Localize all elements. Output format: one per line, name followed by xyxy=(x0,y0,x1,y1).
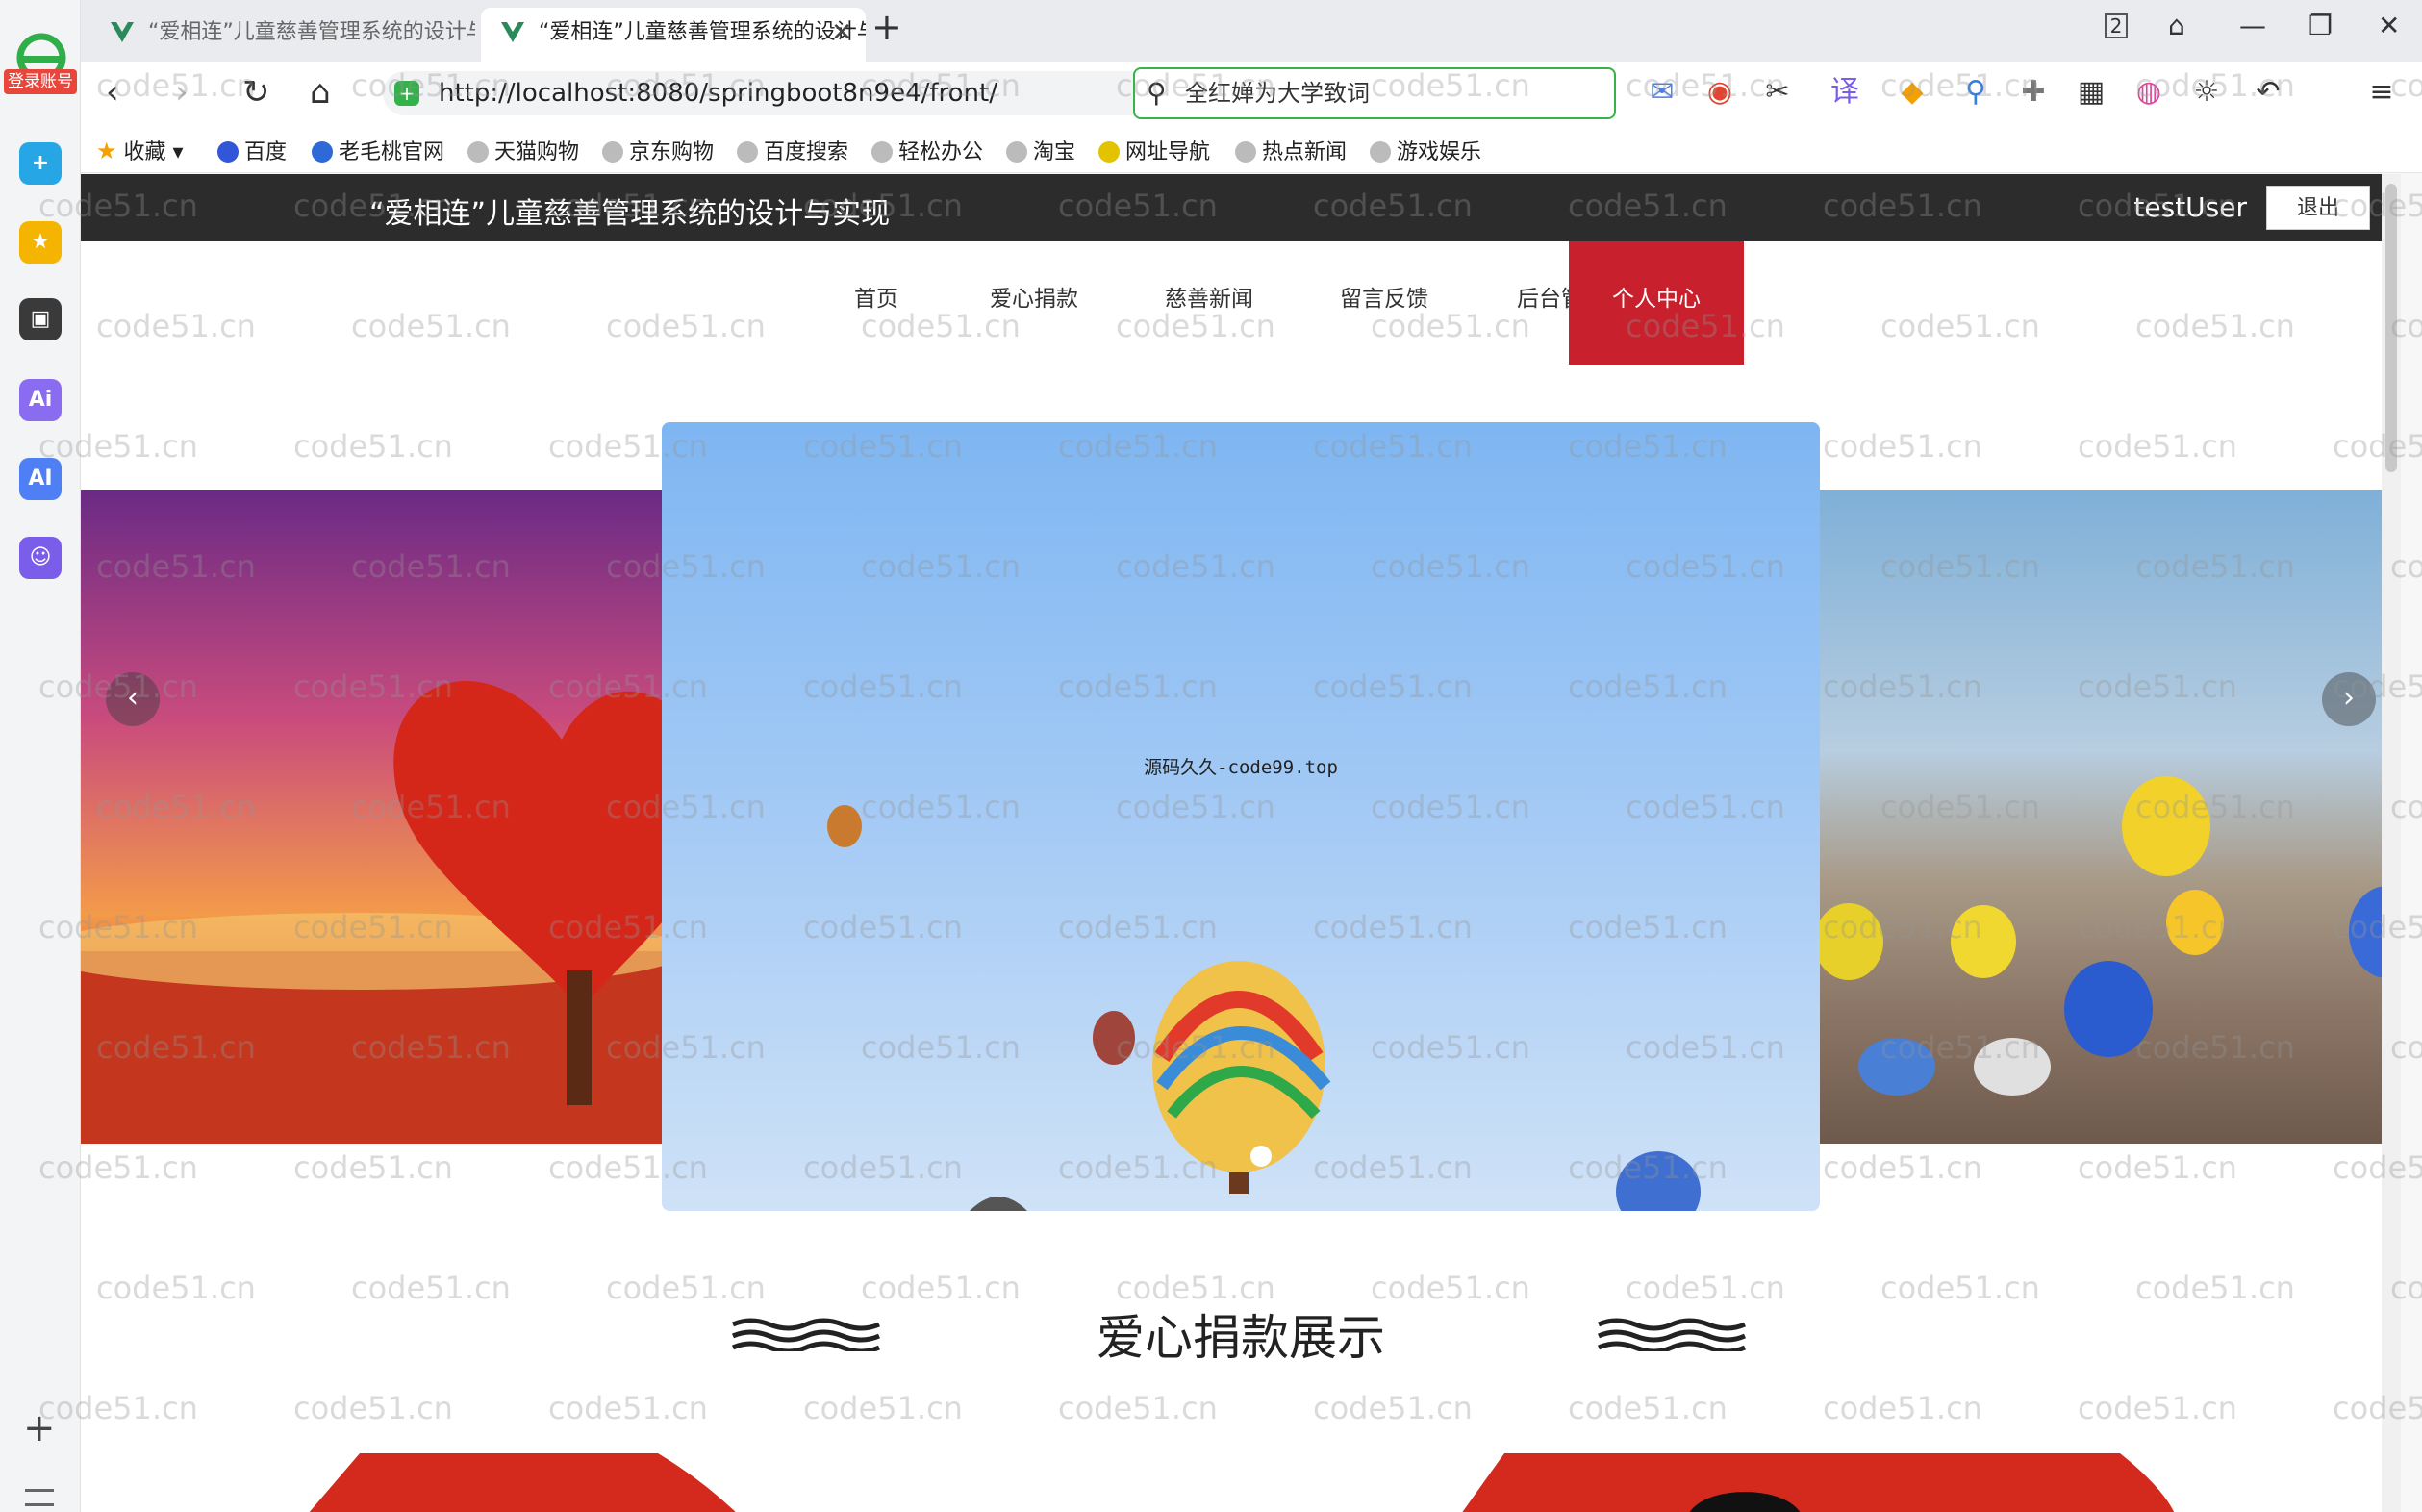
star-favorites-icon[interactable]: ★ xyxy=(19,221,62,264)
add-sidebar-app-icon[interactable]: + xyxy=(23,1406,56,1450)
vue-logo-icon xyxy=(501,22,524,42)
globe-icon xyxy=(1006,141,1027,163)
minimize-button[interactable]: — xyxy=(2239,10,2266,41)
shirt-skin-icon[interactable]: ⌂ xyxy=(2168,10,2185,41)
magnifier-icon[interactable]: ⚲ xyxy=(1958,75,1993,110)
reload-button[interactable]: ↻ xyxy=(242,73,270,112)
logout-button[interactable]: 退出 xyxy=(2266,186,2370,230)
bookmark-item[interactable]: 淘宝 xyxy=(1006,135,1075,165)
carousel-slide-active[interactable]: 源码久久-code99.top xyxy=(662,422,1820,1211)
search-input[interactable]: ⚲ 全红婵为大学致词 xyxy=(1133,67,1616,119)
url-text: http://localhost:8080/springboot8n9e4/fr… xyxy=(439,79,997,108)
apps-grid-icon[interactable]: ▦ xyxy=(2074,75,2108,110)
heart-tree-image xyxy=(81,681,662,1144)
brightness-icon[interactable]: ☼ xyxy=(2189,75,2224,110)
site-icon xyxy=(312,141,333,163)
tab-count-icon[interactable]: 2 xyxy=(2105,13,2128,38)
baidu-paw-icon xyxy=(217,141,239,163)
robot-icon[interactable]: ☺ xyxy=(19,537,62,579)
scissors-icon[interactable]: ✂ xyxy=(1760,75,1795,110)
nav-profile[interactable]: 个人中心 xyxy=(1569,241,1744,365)
cappadocia-balloons-image xyxy=(1820,776,2401,1096)
bookmark-favorites[interactable]: ★ 收藏 ▾ xyxy=(96,135,184,165)
globe-icon xyxy=(871,141,893,163)
hot-air-balloons-image xyxy=(827,805,1701,1211)
ai-assistant-icon[interactable]: Ai xyxy=(19,379,62,421)
bookmark-item[interactable]: 热点新闻 xyxy=(1235,135,1347,165)
web-page: “爱相连”儿童慈善管理系统的设计与实现 testUser 退出 首页 爱心捐款 … xyxy=(81,174,2401,1512)
globe-icon xyxy=(467,141,489,163)
globe-icon xyxy=(1235,141,1256,163)
globe-icon xyxy=(737,141,758,163)
restore-button[interactable]: ❐ xyxy=(2308,10,2333,41)
translate-icon[interactable]: 译 xyxy=(1828,75,1862,110)
ai-chat-icon[interactable]: AI xyxy=(19,458,62,500)
address-toolbar: ‹ › ↻ ⌂ + http://localhost:8080/springbo… xyxy=(81,62,2422,125)
ai-color-icon[interactable]: ◍ xyxy=(2132,75,2166,110)
weibo-icon[interactable]: ◉ xyxy=(1703,75,1737,110)
close-window-button[interactable]: ✕ xyxy=(2378,10,2400,41)
search-value: 全红婵为大学致词 xyxy=(1185,80,1370,107)
browser-sidebar: 登录账号 + ★ ▣ Ai AI ☺ + xyxy=(0,0,81,1512)
bookmark-item[interactable]: 百度 xyxy=(217,135,287,165)
carousel-prev-button[interactable]: ‹ xyxy=(106,672,160,726)
nav-home[interactable]: 首页 xyxy=(789,241,964,365)
banner-carousel: 源码久久-code99.top ‹ › xyxy=(81,422,2401,1211)
page-scrollbar[interactable] xyxy=(2382,174,2401,1512)
login-account-badge[interactable]: 登录账号 xyxy=(4,69,77,94)
bookmarks-bar: ★ 收藏 ▾ 百度 老毛桃官网 天猫购物 京东购物 百度搜索 轻松办公 淘宝 网… xyxy=(81,125,2422,173)
new-tab-button[interactable]: + xyxy=(871,6,902,48)
bookmark-item[interactable]: 网址导航 xyxy=(1098,135,1210,165)
browser-tab-1[interactable]: “爱相连”儿童慈善管理系统的设计与实现 xyxy=(90,8,475,62)
nav-feedback[interactable]: 留言反馈 xyxy=(1297,241,1472,365)
close-tab-icon[interactable]: ✕ xyxy=(831,8,852,58)
address-bar[interactable]: + http://localhost:8080/springboot8n9e4/… xyxy=(383,71,1187,115)
section-title: 爱心捐款展示 xyxy=(1097,1310,1385,1366)
vue-logo-icon xyxy=(111,22,134,42)
bookmark-item[interactable]: 京东购物 xyxy=(602,135,714,165)
coupon-icon[interactable]: ◆ xyxy=(1895,75,1930,110)
back-button[interactable]: ‹ xyxy=(106,73,119,112)
site-header: “爱相连”儿童慈善管理系统的设计与实现 testUser 退出 xyxy=(81,174,2401,241)
tab-strip: “爱相连”儿童慈善管理系统的设计与实现 “爱相连”儿童慈善管理系统的设计与实现 … xyxy=(81,0,2422,62)
site-title: “爱相连”儿童慈善管理系统的设计与实现 xyxy=(369,197,891,231)
nav-news[interactable]: 慈善新闻 xyxy=(1122,241,1297,365)
nav-site-icon xyxy=(1098,141,1120,163)
game-controller-icon[interactable]: ▣ xyxy=(19,298,62,340)
search-icon: ⚲ xyxy=(1147,77,1167,109)
extensions-icon[interactable]: ✚ xyxy=(2016,75,2051,110)
carousel-slide-cappadocia[interactable] xyxy=(1820,490,2401,1144)
undo-close-tab-icon[interactable]: ↶ xyxy=(2251,75,2285,110)
mail-icon[interactable]: ✉ xyxy=(1645,75,1679,110)
tab-title: “爱相连”儿童慈善管理系统的设计与实现 xyxy=(148,20,475,44)
carousel-slide-heart-tree[interactable] xyxy=(81,490,662,1144)
sidebar-menu-icon[interactable] xyxy=(25,1489,54,1506)
forward-button[interactable]: › xyxy=(175,73,189,112)
globe-icon xyxy=(602,141,623,163)
secure-shield-icon: + xyxy=(394,81,419,106)
sidebar-app-icon-1[interactable]: + xyxy=(19,142,62,185)
wave-decoration-icon xyxy=(1597,1318,1747,1351)
bookmark-item[interactable]: 老毛桃官网 xyxy=(312,135,444,165)
bookmark-item[interactable]: 轻松办公 xyxy=(871,135,983,165)
carousel-indicator-dot[interactable] xyxy=(1250,1146,1272,1167)
main-nav: 首页 爱心捐款 慈善新闻 留言反馈 后台管理 个人中心 xyxy=(81,241,2401,365)
bookmark-item[interactable]: 天猫购物 xyxy=(467,135,579,165)
scrollbar-thumb[interactable] xyxy=(2385,184,2397,472)
carousel-next-button[interactable]: › xyxy=(2322,672,2376,726)
carousel-caption: 源码久久-code99.top xyxy=(1144,757,1338,778)
donation-cards-preview xyxy=(309,1453,2175,1512)
browser-tab-2[interactable]: “爱相连”儿童慈善管理系统的设计与实现 ✕ xyxy=(481,8,866,62)
nav-donation[interactable]: 爱心捐款 xyxy=(946,241,1122,365)
browser-menu-icon[interactable]: ≡ xyxy=(2364,75,2399,110)
star-icon: ★ xyxy=(96,138,117,164)
username: testUser xyxy=(2133,191,2247,223)
tab-title: “爱相连”儿童慈善管理系统的设计与实现 xyxy=(539,20,866,44)
bookmark-item[interactable]: 百度搜索 xyxy=(737,135,848,165)
home-button[interactable]: ⌂ xyxy=(310,73,331,112)
globe-icon xyxy=(1370,141,1391,163)
bookmark-item[interactable]: 游戏娱乐 xyxy=(1370,135,1481,165)
